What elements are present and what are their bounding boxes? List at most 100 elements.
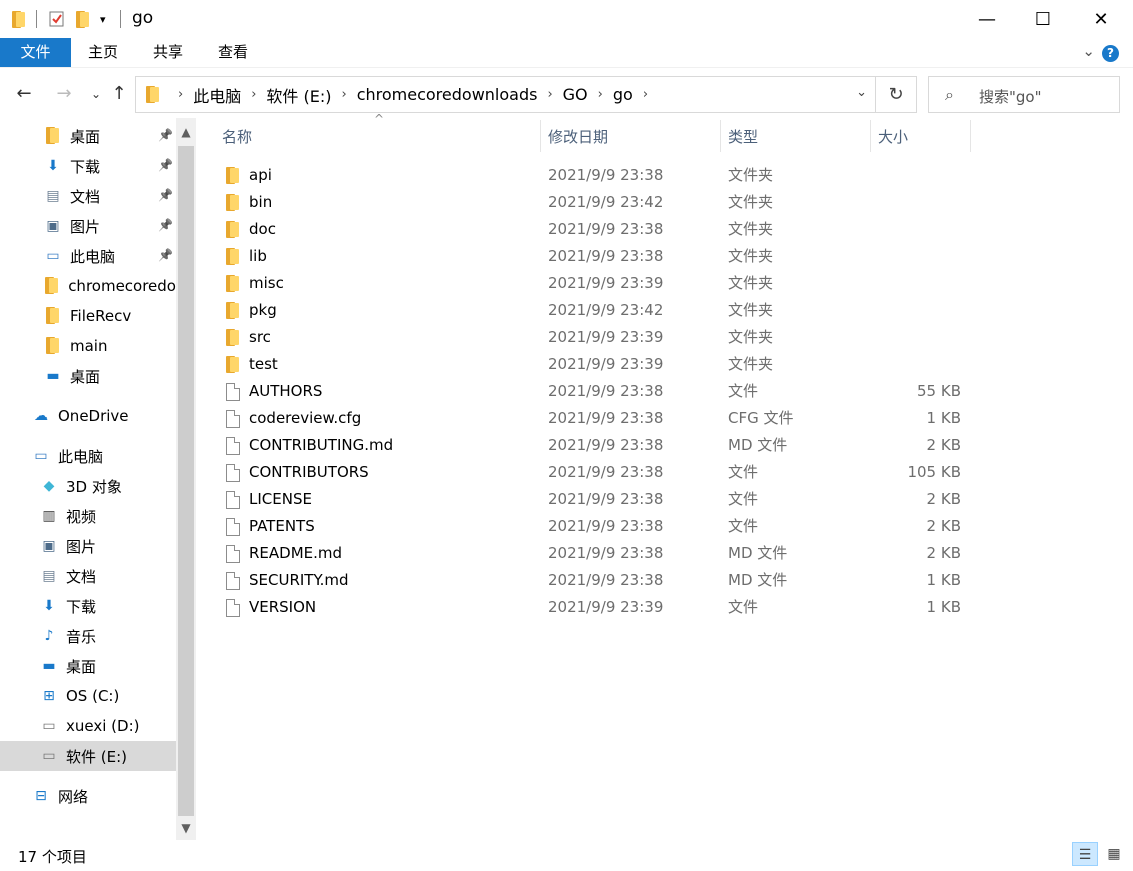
sidebar-item[interactable]: main <box>0 331 176 361</box>
sidebar-item[interactable]: ▭ 此电脑 <box>0 441 176 471</box>
file-row[interactable]: bin 2021/9/9 23:42 文件夹 <box>218 189 978 216</box>
file-name: bin <box>249 193 273 211</box>
recent-locations-icon[interactable]: ⌄ <box>84 82 108 106</box>
scroll-down-icon[interactable]: ▼ <box>176 818 196 838</box>
file-row[interactable]: AUTHORS 2021/9/9 23:38 文件 55 KB <box>218 378 978 405</box>
column-divider[interactable] <box>970 120 971 152</box>
sidebar-item[interactable]: ⬇ 下载 <box>0 591 176 621</box>
file-type: 文件夹 <box>728 247 774 265</box>
chevron-down-icon[interactable]: ⌄ <box>1082 42 1095 60</box>
file-row[interactable]: lib 2021/9/9 23:38 文件夹 <box>218 243 978 270</box>
column-header-type[interactable]: 类型 <box>720 118 870 156</box>
tab-share[interactable]: 共享 <box>143 38 193 67</box>
file-icon <box>226 464 240 486</box>
file-row[interactable]: codereview.cfg 2021/9/9 23:38 CFG 文件 1 KB <box>218 405 978 432</box>
file-size <box>858 324 961 351</box>
file-row[interactable]: VERSION 2021/9/9 23:39 文件 1 KB <box>218 594 978 621</box>
new-folder-icon[interactable] <box>76 9 90 29</box>
search-input[interactable]: 搜索"go" <box>979 86 1042 107</box>
sidebar-item[interactable]: ▥ 视频 <box>0 501 176 531</box>
sidebar-item[interactable]: ♪ 音乐 <box>0 621 176 651</box>
address-bar[interactable]: › 此电脑 › 软件 (E:) › chromecoredownloads › … <box>135 76 876 113</box>
sidebar-item[interactable]: ▭ 软件 (E:) <box>0 741 176 771</box>
breadcrumb-this-pc[interactable]: 此电脑 <box>193 83 241 107</box>
breadcrumb-drive-e[interactable]: 软件 (E:) <box>266 83 331 107</box>
file-row[interactable]: CONTRIBUTING.md 2021/9/9 23:38 MD 文件 2 KB <box>218 432 978 459</box>
file-row[interactable]: test 2021/9/9 23:39 文件夹 <box>218 351 978 378</box>
sidebar-item[interactable]: ▭ xuexi (D:) <box>0 711 176 741</box>
scroll-up-icon[interactable]: ▲ <box>176 122 196 142</box>
file-size: 2 KB <box>926 544 961 562</box>
chevron-right-icon[interactable]: › <box>342 87 347 102</box>
breadcrumb-chromecoredownloads[interactable]: chromecoredownloads <box>357 85 538 104</box>
computer-icon: ▭ <box>46 248 60 264</box>
folder-icon <box>226 248 240 269</box>
file-row[interactable]: misc 2021/9/9 23:39 文件夹 <box>218 270 978 297</box>
sidebar-item[interactable]: FileRecv <box>0 301 176 331</box>
file-name: pkg <box>249 301 277 319</box>
sidebar-item[interactable]: ▬ 桌面 <box>0 361 176 391</box>
sidebar-item[interactable]: 桌面 📌 <box>0 121 176 151</box>
sidebar-item[interactable]: chromecoredo <box>0 271 176 301</box>
sidebar-item-label: 此电脑 <box>58 447 104 466</box>
navigation-pane: 桌面 📌 ⬇ 下载 📌 ▤ 文档 📌 ▣ 图片 📌 ▭ 此电脑 📌 chromecoredo FileRecv… <box>0 118 176 838</box>
sidebar-item[interactable]: ◆ 3D 对象 <box>0 471 176 501</box>
file-row[interactable]: LICENSE 2021/9/9 23:38 文件 2 KB <box>218 486 978 513</box>
sidebar-item[interactable]: ☁ OneDrive <box>0 401 176 431</box>
file-size <box>858 297 961 324</box>
column-header-size[interactable]: 大小 <box>870 118 970 156</box>
file-date: 2021/9/9 23:38 <box>548 166 664 184</box>
tab-home[interactable]: 主页 <box>78 38 128 67</box>
video-icon: ▥ <box>42 508 56 524</box>
properties-icon[interactable] <box>48 9 66 29</box>
folder-icon[interactable] <box>12 9 26 29</box>
sidebar-item[interactable]: ▤ 文档 📌 <box>0 181 176 211</box>
refresh-icon[interactable]: ↻ <box>876 76 917 113</box>
sidebar-item[interactable]: ⊞ OS (C:) <box>0 681 176 711</box>
desktop-icon: ▬ <box>46 368 60 384</box>
large-icons-view-icon[interactable]: ▦ <box>1101 842 1127 866</box>
file-row[interactable]: PATENTS 2021/9/9 23:38 文件 2 KB <box>218 513 978 540</box>
back-arrow-icon[interactable]: ← <box>12 82 36 106</box>
sidebar-scrollbar[interactable]: ▲ ▼ <box>176 118 196 840</box>
chevron-right-icon[interactable]: › <box>598 87 603 102</box>
sidebar-item[interactable]: ▭ 此电脑 📌 <box>0 241 176 271</box>
tab-view[interactable]: 查看 <box>208 38 258 67</box>
file-row[interactable]: README.md 2021/9/9 23:38 MD 文件 2 KB <box>218 540 978 567</box>
forward-arrow-icon[interactable]: → <box>52 82 76 106</box>
sidebar-item[interactable]: ▣ 图片 📌 <box>0 211 176 241</box>
maximize-button[interactable]: ☐ <box>1014 0 1072 38</box>
customize-toolbar-icon[interactable]: ▾ <box>100 9 106 29</box>
file-row[interactable]: doc 2021/9/9 23:38 文件夹 <box>218 216 978 243</box>
sidebar-item[interactable]: ⊟ 网络 <box>0 781 176 811</box>
sidebar-item[interactable]: ▬ 桌面 <box>0 651 176 681</box>
sidebar-item[interactable]: ▤ 文档 <box>0 561 176 591</box>
file-row[interactable]: src 2021/9/9 23:39 文件夹 <box>218 324 978 351</box>
tab-file[interactable]: 文件 <box>0 38 71 67</box>
file-row[interactable]: CONTRIBUTORS 2021/9/9 23:38 文件 105 KB <box>218 459 978 486</box>
chevron-right-icon[interactable]: › <box>178 87 183 102</box>
search-box[interactable]: ⌕ 搜索"go" <box>928 76 1120 113</box>
sidebar-item-label: 文档 <box>66 567 97 586</box>
column-header-date[interactable]: 修改日期 <box>540 118 720 156</box>
help-icon[interactable]: ? <box>1102 45 1119 62</box>
details-view-icon[interactable]: ☰ <box>1072 842 1098 866</box>
breadcrumb-go-upper[interactable]: GO <box>563 85 588 104</box>
chevron-right-icon[interactable]: › <box>251 87 256 102</box>
chevron-right-icon[interactable]: › <box>643 87 648 102</box>
chevron-down-icon[interactable]: ⌄ <box>856 85 867 100</box>
file-name: README.md <box>249 544 343 562</box>
file-row[interactable]: api 2021/9/9 23:38 文件夹 <box>218 162 978 189</box>
file-row[interactable]: SECURITY.md 2021/9/9 23:38 MD 文件 1 KB <box>218 567 978 594</box>
up-arrow-icon[interactable]: ↑ <box>107 82 131 106</box>
breadcrumb-go[interactable]: go <box>613 85 633 104</box>
file-name: VERSION <box>249 598 317 616</box>
chevron-right-icon[interactable]: › <box>547 87 552 102</box>
scroll-thumb[interactable] <box>178 146 194 816</box>
file-name: doc <box>249 220 276 238</box>
close-button[interactable]: ✕ <box>1072 0 1130 38</box>
sidebar-item[interactable]: ⬇ 下载 📌 <box>0 151 176 181</box>
minimize-button[interactable]: — <box>958 0 1016 38</box>
file-row[interactable]: pkg 2021/9/9 23:42 文件夹 <box>218 297 978 324</box>
sidebar-item[interactable]: ▣ 图片 <box>0 531 176 561</box>
